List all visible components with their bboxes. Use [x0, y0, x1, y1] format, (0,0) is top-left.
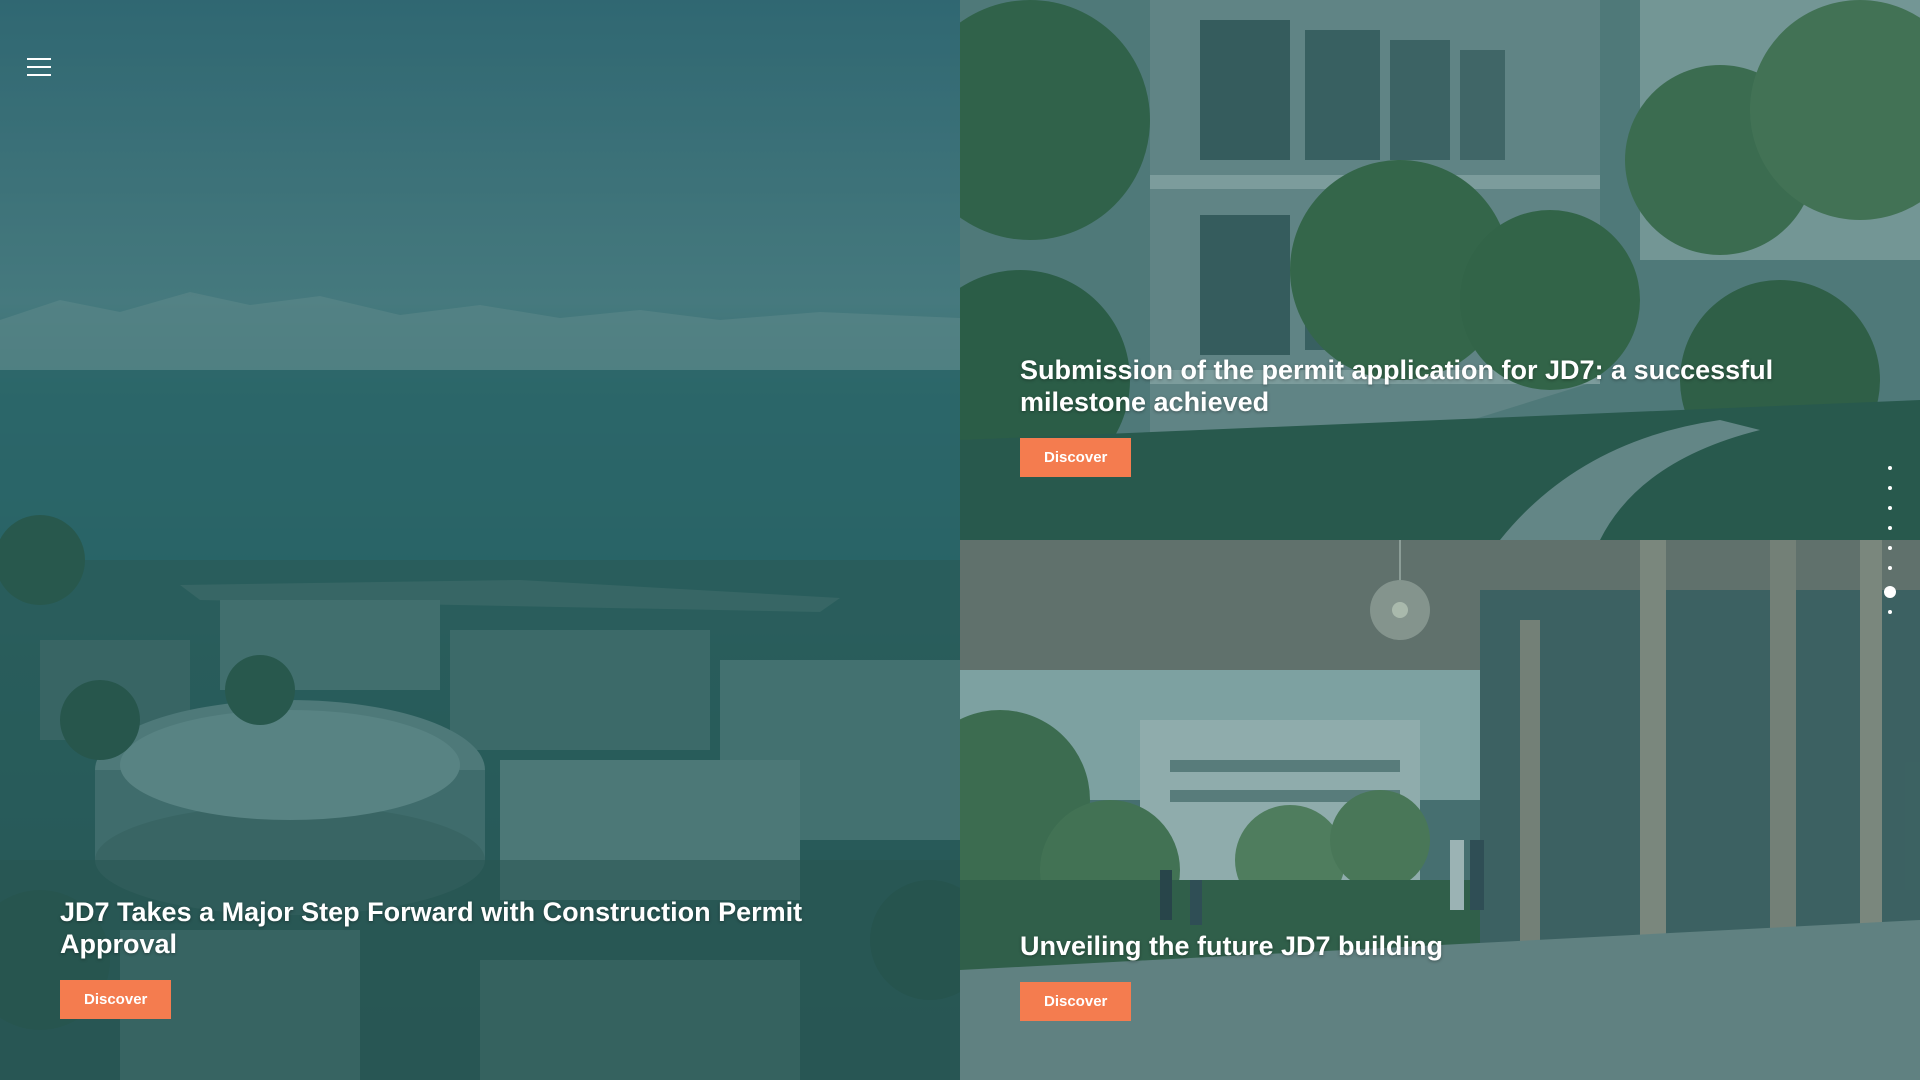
pagination-dot[interactable] — [1888, 506, 1892, 510]
card-title[interactable]: Submission of the permit application for… — [1020, 354, 1800, 418]
pagination-dot[interactable] — [1888, 486, 1892, 490]
menu-bar — [27, 74, 51, 76]
card-content: JD7 Takes a Major Step Forward with Cons… — [60, 896, 880, 1019]
discover-button[interactable]: Discover — [1020, 982, 1132, 1021]
discover-button[interactable]: Discover — [1020, 438, 1132, 477]
card-content: Unveiling the future JD7 building Discov… — [1020, 930, 1800, 1021]
pagination-dot-active[interactable] — [1884, 586, 1896, 598]
pagination-dots — [1884, 466, 1896, 630]
discover-button[interactable]: Discover — [60, 980, 172, 1019]
card-title[interactable]: Unveiling the future JD7 building — [1020, 930, 1800, 962]
menu-bar — [27, 58, 51, 60]
pagination-dot[interactable] — [1888, 566, 1892, 570]
pagination-dot[interactable] — [1888, 466, 1892, 470]
pagination-dot[interactable] — [1888, 546, 1892, 550]
news-card-construction-permit[interactable]: JD7 Takes a Major Step Forward with Cons… — [0, 0, 960, 1080]
card-content: Submission of the permit application for… — [1020, 354, 1800, 477]
card-title[interactable]: JD7 Takes a Major Step Forward with Cons… — [60, 896, 880, 960]
page: JD7 Takes a Major Step Forward with Cons… — [0, 0, 1920, 1080]
menu-bar — [27, 66, 51, 68]
news-card-permit-application[interactable]: Submission of the permit application for… — [960, 0, 1920, 540]
hamburger-menu-icon[interactable] — [27, 58, 51, 76]
news-card-future-building[interactable]: Unveiling the future JD7 building Discov… — [960, 540, 1920, 1080]
pagination-dot[interactable] — [1888, 610, 1892, 614]
pagination-dot[interactable] — [1888, 526, 1892, 530]
